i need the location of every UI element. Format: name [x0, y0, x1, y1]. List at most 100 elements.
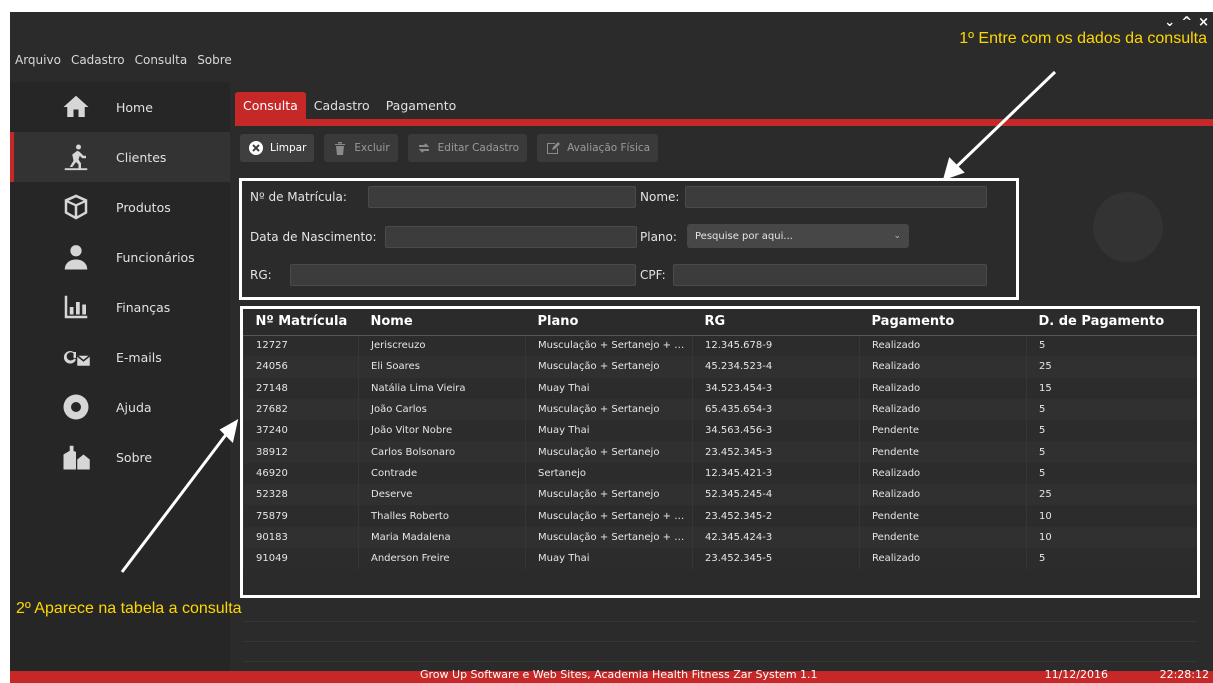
excluir-label: Excluir [354, 142, 390, 154]
avaliacao-fisica-button[interactable]: Avaliação Física [537, 134, 659, 162]
column-header[interactable]: Nº Matrícula [243, 309, 359, 336]
menu-cadastro[interactable]: Cadastro [66, 50, 130, 70]
excluir-button[interactable]: Excluir [324, 134, 398, 162]
table-cell: Muay Thai [525, 420, 693, 442]
footer-time: 22:28:12 [1159, 668, 1209, 681]
sync-icon [418, 143, 430, 153]
sidebar-item-label: Sobre [116, 449, 153, 465]
column-header[interactable]: Pagamento [859, 309, 1027, 336]
table-cell: Realizado [859, 484, 1027, 506]
results-table: Nº Matrícula Nome Plano RG Pagamento D. … [243, 309, 1197, 595]
sidebar-item-label: Finanças [116, 299, 171, 315]
edit-document-icon [547, 142, 561, 154]
table-cell: Realizado [859, 547, 1027, 570]
maximize-icon[interactable]: ^ [1181, 16, 1192, 30]
table-cell: 5 [1026, 335, 1197, 357]
table-cell: Realizado [859, 356, 1027, 378]
plano-placeholder: Pesquise por aqui... [695, 230, 793, 242]
menu-arquivo[interactable]: Arquivo [10, 50, 66, 70]
tab-cadastro[interactable]: Cadastro [306, 92, 378, 120]
avaliacao-fisica-label: Avaliação Física [567, 142, 651, 154]
table-cell: Musculação + Sertanejo + Muay Thai [525, 335, 693, 357]
sidebar-item-label: Clientes [116, 149, 167, 165]
table-cell: 5 [1026, 462, 1197, 485]
table-cell: Thalles Roberto [358, 505, 526, 527]
table-cell: 46920 [243, 462, 359, 485]
table-cell: 23.452.345-5 [692, 547, 860, 570]
table-cell: 12.345.421-3 [692, 462, 860, 485]
editar-cadastro-button[interactable]: Editar Cadastro [407, 134, 528, 162]
minimize-icon[interactable]: ⌄ [1164, 16, 1175, 30]
rg-input[interactable] [290, 264, 636, 286]
table-row[interactable]: 90183 Maria Madalena Musculação + Sertanej… [243, 526, 1197, 548]
table-cell: Musculação + Sertanejo [525, 398, 693, 421]
table-row[interactable]: 27148 Natália Lima Vieira Muay Thai 34.523.… [243, 377, 1197, 399]
sidebar-item-clientes[interactable]: Clientes [10, 132, 230, 182]
home-icon [56, 91, 96, 123]
menu-bar: Arquivo Cadastro Consulta Sobre [10, 50, 237, 70]
menu-consulta[interactable]: Consulta [130, 50, 193, 70]
nascimento-input[interactable] [385, 226, 637, 248]
table-row[interactable]: 75879 Thalles Roberto Musculação + Sertane… [243, 505, 1197, 527]
table-row[interactable]: 24056 Eli Soares Musculação + Sertanejo 45.… [243, 356, 1197, 378]
table-cell: Realizado [859, 462, 1027, 485]
table-row[interactable]: 38912 Carlos Bolsonaro Musculação + Sertan… [243, 441, 1197, 463]
table-row[interactable]: 52328 Deserve Musculação + Sertanejo 52.345… [243, 484, 1197, 506]
status-bar: Grow Up Software e Web Sites, Academia H… [10, 668, 1213, 683]
annotation-step-2: 2º Aparece na tabela a consulta [16, 600, 242, 617]
sidebar-item-label: Home [116, 99, 153, 115]
matricula-input[interactable] [368, 186, 636, 208]
table-cell: 34.563.456-3 [692, 420, 860, 442]
window-controls: ⌄ ^ × [1164, 16, 1209, 30]
sidebar-item-ajuda[interactable]: Ajuda [10, 382, 230, 432]
nome-label: Nome: [640, 190, 680, 204]
package-icon [56, 191, 96, 223]
table-row[interactable]: 91049 Anderson Freire Muay Thai 23.452.345-… [243, 547, 1197, 570]
table-row[interactable]: 37240 João Vitor Nobre Muay Thai 34.563.456… [243, 420, 1197, 442]
table-cell: Realizado [859, 377, 1027, 399]
table-row[interactable]: 46920 Contrade Sertanejo 12.345.421-3 Realiz… [243, 462, 1197, 485]
sidebar-item-funcionarios[interactable]: Funcionários [10, 232, 230, 282]
table-cell: 25 [1026, 484, 1197, 506]
annotation-step-1: 1º Entre com os dados da consulta [959, 30, 1207, 47]
column-header[interactable]: D. de Pagamento [1026, 309, 1197, 336]
cpf-label: CPF: [640, 268, 666, 282]
tab-pagamento[interactable]: Pagamento [378, 92, 465, 120]
table-row[interactable]: 12727 Jeriscreuzo Musculação + Sertanejo +… [243, 335, 1197, 357]
table-cell: Deserve [358, 484, 526, 506]
table-cell: 75879 [243, 505, 359, 527]
sidebar-item-financas[interactable]: Finanças [10, 282, 230, 332]
table-cell: Maria Madalena [358, 526, 526, 548]
table-cell: Realizado [859, 398, 1027, 421]
table-cell: 65.435.654-3 [692, 398, 860, 421]
menu-sobre[interactable]: Sobre [192, 50, 237, 70]
table-cell: 23.452.345-3 [692, 441, 860, 463]
sidebar-item-home[interactable]: Home [10, 82, 230, 132]
tab-consulta[interactable]: Consulta [235, 92, 306, 120]
table-cell: Pendente [859, 441, 1027, 463]
nome-input[interactable] [685, 186, 987, 208]
table-cell: Musculação + Sertanejo [525, 356, 693, 378]
column-header[interactable]: RG [692, 309, 860, 336]
matricula-label: Nº de Matrícula: [250, 190, 347, 204]
table-cell: 15 [1026, 377, 1197, 399]
table-row[interactable]: 27682 João Carlos Musculação + Sertanejo 65… [243, 398, 1197, 421]
sidebar-item-sobre[interactable]: Sobre [10, 432, 230, 482]
sidebar-item-emails[interactable]: E-mails [10, 332, 230, 382]
sidebar-item-label: Ajuda [116, 399, 152, 415]
sidebar-item-produtos[interactable]: Produtos [10, 182, 230, 232]
table-cell: 45.234.523-4 [692, 356, 860, 378]
table-cell: Musculação + Sertanejo + Muay Thai [525, 526, 693, 548]
plano-select[interactable]: Pesquise por aqui... ⌄ [687, 224, 909, 248]
close-icon[interactable]: × [1198, 16, 1209, 30]
table-cell: 5 [1026, 398, 1197, 421]
column-header[interactable]: Nome [358, 309, 526, 336]
cpf-input[interactable] [673, 264, 987, 286]
table-cell: Musculação + Sertanejo + Muay Thai [525, 505, 693, 527]
chevron-down-icon: ⌄ [893, 231, 901, 241]
lifebuoy-icon [56, 391, 96, 423]
table-cell: 10 [1026, 505, 1197, 527]
column-header[interactable]: Plano [525, 309, 693, 336]
limpar-button[interactable]: Limpar [240, 134, 315, 162]
empty-table-rows [243, 602, 1197, 662]
